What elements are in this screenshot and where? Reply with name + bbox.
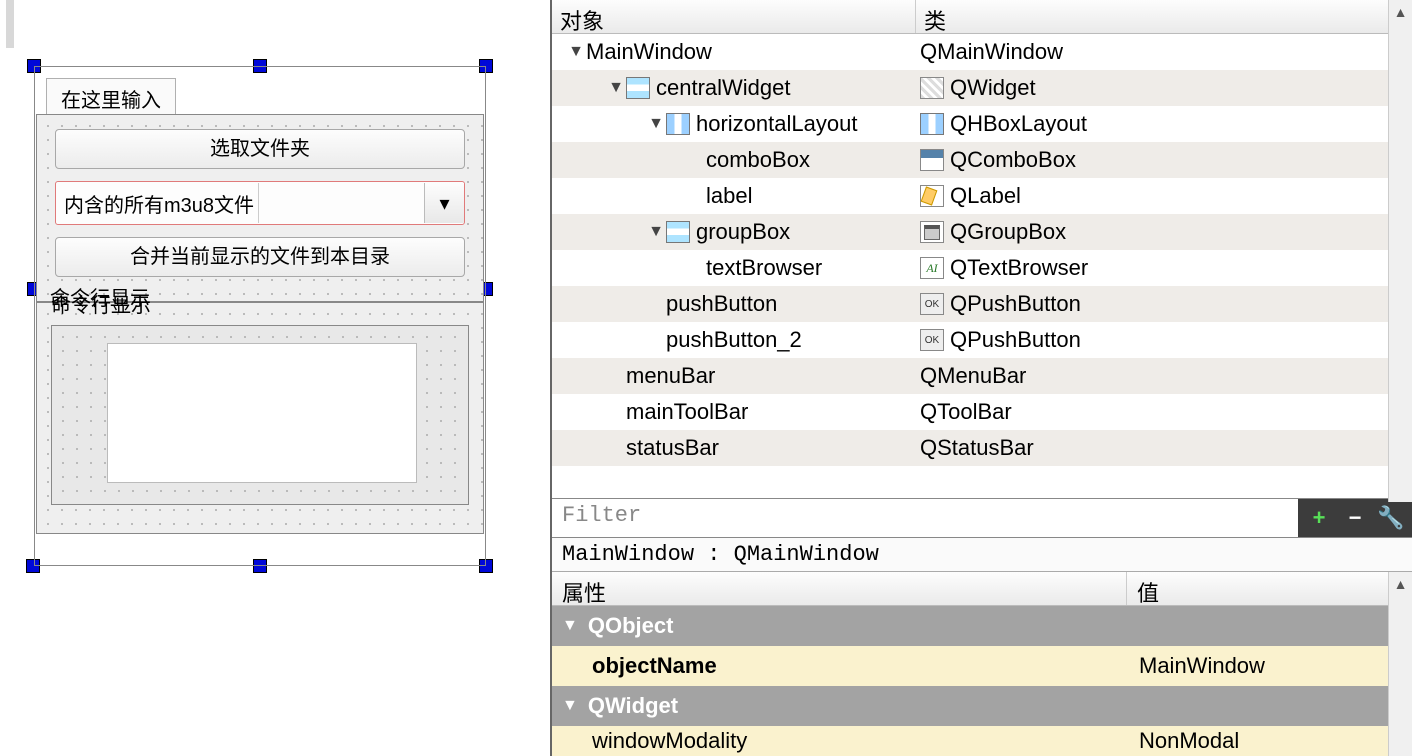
tree-item-class: QPushButton	[950, 291, 1081, 317]
chevron-down-icon[interactable]: ▼	[566, 43, 586, 61]
filter-input[interactable]: Filter	[552, 499, 1298, 537]
groupbox-area[interactable]: 命令行显示	[36, 302, 484, 534]
vbox-icon	[666, 221, 690, 243]
tree-item-name: horizontalLayout	[696, 111, 857, 137]
object-tree-scrollbar[interactable]: ▲	[1388, 0, 1412, 502]
hbox-icon	[666, 113, 690, 135]
tree-row-mainToolBar[interactable]: mainToolBar QToolBar	[552, 394, 1412, 430]
tree-item-name: textBrowser	[706, 255, 822, 281]
prop-name-objectname: objectName	[552, 653, 1127, 679]
property-scrollbar[interactable]: ▲	[1388, 572, 1412, 756]
tree-item-class: QLabel	[950, 183, 1021, 209]
section-qwidget[interactable]: ▼ QWidget	[552, 686, 1412, 726]
designer-canvas: 在这里输入 选取文件夹 内含的所有m3u8文件 ▾ 合并当前显示的文件到本目录 …	[0, 0, 550, 756]
tree-row-label[interactable]: label QLabel	[552, 178, 1412, 214]
widget-icon	[920, 77, 944, 99]
section-qwidget-label: QWidget	[588, 693, 678, 719]
object-tree-header: 对象 类	[552, 0, 1412, 34]
push-icon: OK	[920, 293, 944, 315]
tree-row-pushButton[interactable]: pushButton OK QPushButton	[552, 286, 1412, 322]
tree-item-class: QTextBrowser	[950, 255, 1088, 281]
header-col-value[interactable]: 值	[1127, 572, 1412, 605]
merge-button[interactable]: 合并当前显示的文件到本目录	[55, 237, 465, 277]
text-browser[interactable]	[107, 343, 417, 483]
scroll-up-icon[interactable]: ▲	[1389, 572, 1412, 596]
select-folder-button[interactable]: 选取文件夹	[55, 129, 465, 169]
left-splitter[interactable]	[6, 0, 14, 48]
prop-name-windowmodality: windowModality	[552, 728, 1127, 754]
text-icon: AI	[920, 257, 944, 279]
add-icon[interactable]: +	[1304, 503, 1334, 533]
tree-item-name: comboBox	[706, 147, 810, 173]
selected-object-label: MainWindow : QMainWindow	[552, 538, 1412, 572]
filter-tools: + − 🔧	[1298, 499, 1412, 537]
tree-item-class: QComboBox	[950, 147, 1076, 173]
combo-label: 内含的所有m3u8文件	[56, 189, 258, 218]
chevron-down-icon: ▼	[562, 617, 578, 635]
prop-row-windowmodality[interactable]: windowModality NonModal	[552, 726, 1412, 756]
tree-item-class: QPushButton	[950, 327, 1081, 353]
scroll-up-icon[interactable]: ▲	[1389, 0, 1412, 24]
prop-row-objectname[interactable]: objectName MainWindow	[552, 646, 1412, 686]
prop-value-windowmodality[interactable]: NonModal	[1127, 728, 1412, 754]
tree-item-class: QWidget	[950, 75, 1036, 101]
tree-item-name: groupBox	[696, 219, 790, 245]
tree-item-name: pushButton	[666, 291, 777, 317]
right-pane: 对象 类 ▼MainWindowQMainWindow▼centralWidge…	[550, 0, 1412, 756]
chevron-down-icon[interactable]: ▾	[424, 183, 464, 223]
tree-item-name: MainWindow	[586, 39, 712, 65]
wrench-icon[interactable]: 🔧	[1376, 503, 1406, 533]
tree-item-name: pushButton_2	[666, 327, 802, 353]
tree-row-menuBar[interactable]: menuBar QMenuBar	[552, 358, 1412, 394]
label-icon	[920, 185, 944, 207]
tree-item-class: QGroupBox	[950, 219, 1066, 245]
tree-item-class: QMainWindow	[920, 39, 1063, 65]
filter-bar: Filter + − 🔧	[552, 498, 1412, 538]
combo-row: 内含的所有m3u8文件 ▾	[55, 181, 465, 225]
tree-item-class: QHBoxLayout	[950, 111, 1087, 137]
combo-icon	[920, 149, 944, 171]
chevron-down-icon[interactable]: ▼	[646, 115, 666, 133]
section-qobject[interactable]: ▼ QObject	[552, 606, 1412, 646]
header-col-class[interactable]: 类	[916, 0, 1412, 33]
tree-row-MainWindow[interactable]: ▼MainWindow QMainWindow	[552, 34, 1412, 70]
vbox-icon	[626, 77, 650, 99]
tree-item-class: QMenuBar	[920, 363, 1026, 389]
tree-item-name: centralWidget	[656, 75, 791, 101]
header-col-object[interactable]: 对象	[552, 0, 916, 33]
groupbox-title-outer: 命令行显示	[50, 282, 150, 311]
combo-box[interactable]: ▾	[258, 183, 464, 223]
header-col-property[interactable]: 属性	[552, 572, 1127, 605]
tab-page-top[interactable]: 选取文件夹 内含的所有m3u8文件 ▾ 合并当前显示的文件到本目录	[36, 114, 484, 302]
chevron-down-icon: ▼	[562, 697, 578, 715]
chevron-down-icon[interactable]: ▼	[646, 223, 666, 241]
tree-item-name: statusBar	[626, 435, 719, 461]
push-icon: OK	[920, 329, 944, 351]
tree-row-centralWidget[interactable]: ▼ centralWidget QWidget	[552, 70, 1412, 106]
tree-item-name: menuBar	[626, 363, 715, 389]
tree-item-name: mainToolBar	[626, 399, 748, 425]
section-qobject-label: QObject	[588, 613, 674, 639]
object-tree[interactable]: ▼MainWindowQMainWindow▼centralWidgetQWid…	[552, 34, 1412, 466]
tree-row-comboBox[interactable]: comboBox QComboBox	[552, 142, 1412, 178]
tree-row-groupBox[interactable]: ▼ groupBox QGroupBox	[552, 214, 1412, 250]
chevron-down-icon[interactable]: ▼	[606, 79, 626, 97]
group-icon	[920, 221, 944, 243]
property-header: 属性 值	[552, 572, 1412, 606]
tree-row-pushButton_2[interactable]: pushButton_2 OK QPushButton	[552, 322, 1412, 358]
tree-item-name: label	[706, 183, 752, 209]
tree-item-class: QToolBar	[920, 399, 1012, 425]
tree-item-class: QStatusBar	[920, 435, 1034, 461]
tree-row-horizontalLayout[interactable]: ▼ horizontalLayout QHBoxLayout	[552, 106, 1412, 142]
prop-value-objectname[interactable]: MainWindow	[1127, 653, 1412, 679]
tree-row-statusBar[interactable]: statusBar QStatusBar	[552, 430, 1412, 466]
remove-icon[interactable]: −	[1340, 503, 1370, 533]
hbox-icon	[920, 113, 944, 135]
tree-row-textBrowser[interactable]: textBrowser AI QTextBrowser	[552, 250, 1412, 286]
